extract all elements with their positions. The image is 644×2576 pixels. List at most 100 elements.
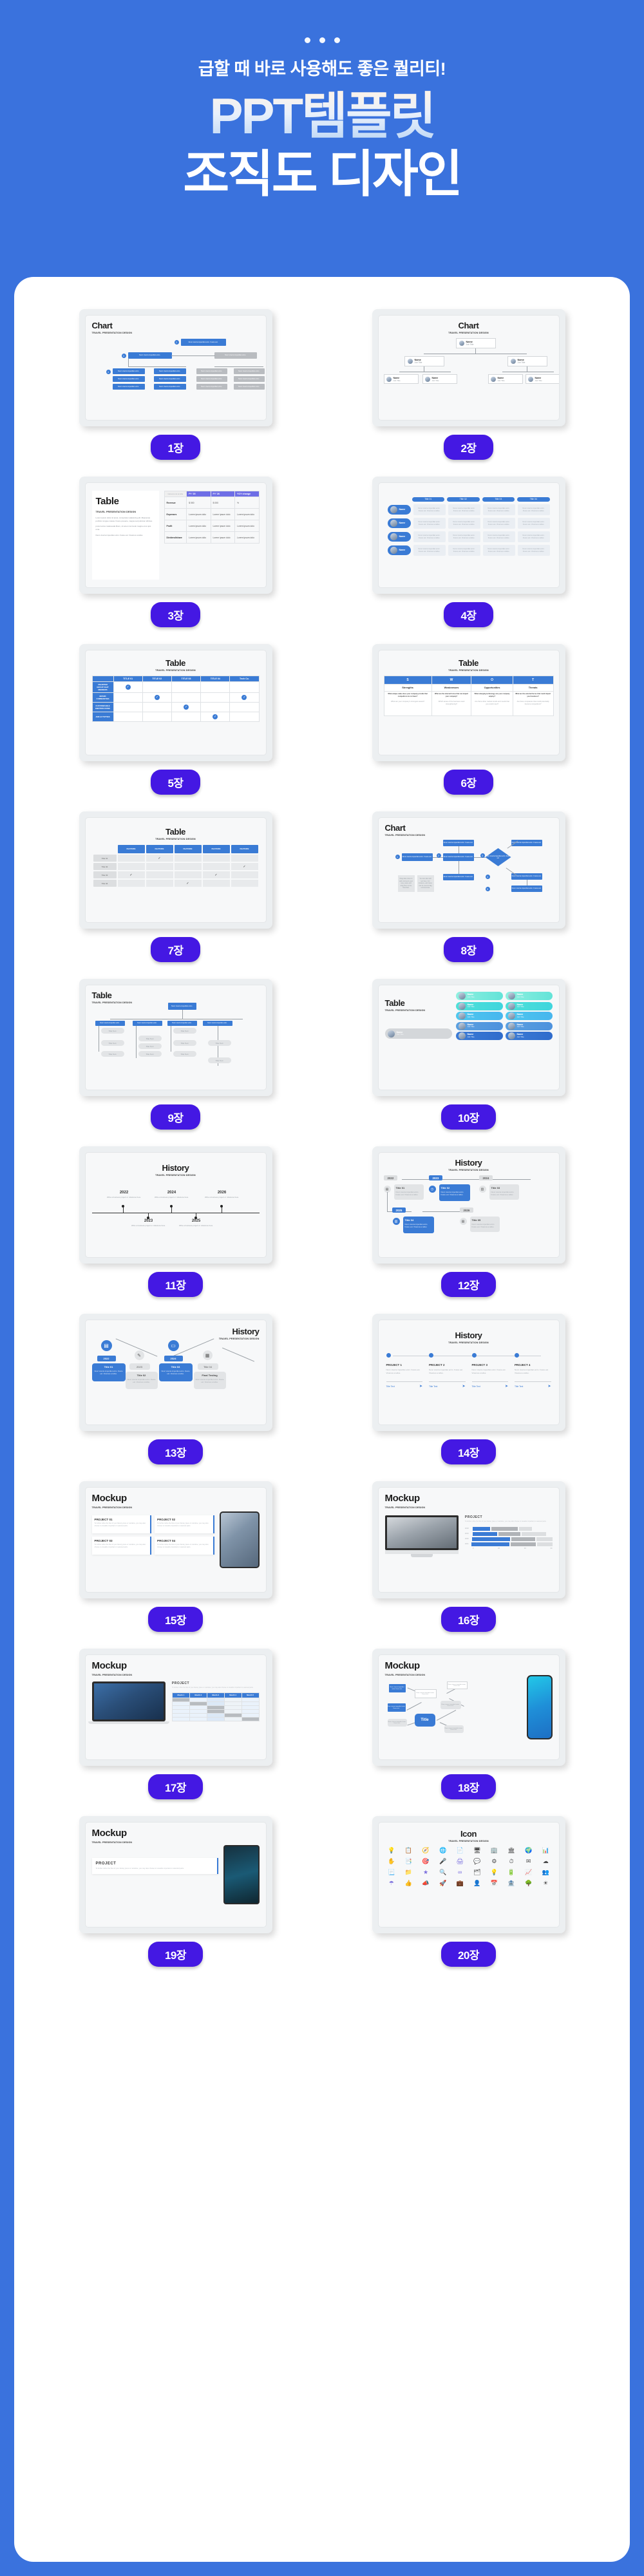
check-icon: ✓ [117, 871, 145, 878]
card-body: Nunc viverra imperdiet enim. Fusce est. … [161, 1370, 190, 1376]
slide-thumbnail-3[interactable]: Table TRAVEL PRESENTATION DESIGN Lorem i… [79, 477, 272, 594]
slide-thumbnail-20[interactable]: Icon TRAVEL PRESENTATION DESIGN 💡 📋 🧭 🌐 📄 🖥 🏢… [372, 1816, 565, 1933]
slide-thumbnail-11[interactable]: History TRAVEL PRESENTATION DESIGN 2022 … [79, 1146, 272, 1264]
slide-badge-11[interactable]: 11장 [148, 1272, 203, 1297]
org-leaf: Nunc viverra imperdiet enim. [112, 376, 145, 382]
table-row: What unique value does your company prov… [383, 691, 554, 716]
project-link[interactable]: Title Text [515, 1385, 523, 1388]
card-body: Nunc viverra imperdiet enim. Fusce est. … [471, 1222, 495, 1228]
project-link[interactable]: Title Text [472, 1385, 480, 1388]
slide-badge-15[interactable]: 15장 [147, 1607, 204, 1632]
timeline-dot [220, 1205, 223, 1208]
monitor-mockup [384, 1515, 459, 1557]
slide-badge-13[interactable]: 13장 [147, 1439, 204, 1464]
slide-thumbnail-1[interactable]: Chart TRAVEL PRESENTATION DESIGN Nunc vi… [79, 309, 272, 426]
row-label: Title 01 [93, 855, 117, 862]
project-cards: PROJECT 01 To further refine the flow of… [91, 1515, 214, 1555]
year-chip: 2025 [392, 1208, 406, 1213]
slide-badge-12[interactable]: 12장 [440, 1272, 497, 1297]
card-title: Title 02 [440, 1186, 450, 1189]
slide-badge-5[interactable]: 5장 [151, 770, 200, 795]
person-card: Name Job Title [383, 374, 419, 384]
bar-row: 2018 [465, 1526, 553, 1531]
marker-3: 3 [121, 354, 126, 358]
org-leaf: Nunc viverra imperdiet enim. [153, 368, 186, 374]
slide-thumbnail-16[interactable]: Mockup TRAVEL PRESENTATION DESIGN PROJEC… [372, 1481, 565, 1598]
card-title: PROJECT 03 [94, 1539, 113, 1542]
slide-badge-18[interactable]: 18장 [440, 1774, 497, 1799]
slide-thumbnail-9[interactable]: Table TRAVEL PRESENTATION DESIGN Nunc vi… [79, 979, 272, 1096]
briefcase-icon: 💼 [456, 1880, 464, 1886]
slide-thumbnail-4[interactable]: Title 01 Title 02 Title 03 Title 04 Name… [372, 477, 565, 594]
matrix-cell: Nunc viverra imperdiet enim. Fusce est. … [448, 504, 480, 515]
hero-eyebrow: 급할 때 바로 사용해도 좋은 퀄리티! [198, 59, 446, 79]
slide-thumbnail-18[interactable]: Mockup TRAVEL PRESENTATION DESIGN Nunc v… [372, 1649, 565, 1766]
slide-title: History [455, 1331, 482, 1340]
project-link[interactable]: Title Text [386, 1385, 395, 1388]
slide-thumbnail-7[interactable]: Table TRAVEL PRESENTATION DESIGN FEATURE… [79, 811, 272, 929]
slide-thumbnail-13[interactable]: History TRAVEL PRESENTATION DESIGN ▤ 202… [79, 1314, 272, 1431]
slide-thumbnail-8[interactable]: Chart TRAVEL PRESENTATION DESIGN 1 Nunc … [372, 811, 565, 929]
slide-badge-3[interactable]: 3장 [151, 602, 200, 627]
avatar [459, 341, 464, 346]
card-title: Title 05 [471, 1218, 481, 1222]
slide-badge-4[interactable]: 4장 [444, 602, 493, 627]
intro-body-1: Lorem ipsum dolor sit amet, consectetur … [95, 516, 153, 522]
slide-badge-2[interactable]: 2장 [444, 435, 493, 460]
slide-thumbnail-19[interactable]: Mockup TRAVEL PRESENTATION DESIGN PROJEC… [79, 1816, 272, 1933]
slide-thumbnail-15[interactable]: Mockup TRAVEL PRESENTATION DESIGN PROJEC… [79, 1481, 272, 1598]
person-card: Name Job Title [507, 356, 547, 366]
slide-thumbnail-10[interactable]: Table TRAVEL PRESENTATION DESIGN Name Job… [372, 979, 565, 1096]
person-name: Name [399, 508, 406, 511]
timeline-dot [386, 1353, 391, 1358]
slide-thumbnail-5[interactable]: Table TRAVEL PRESENTATION DESIGN TITLE 0… [79, 644, 272, 761]
intro-block: Table TRAVEL PRESENTATION DESIGN Lorem i… [91, 491, 159, 580]
slide-title: Table [459, 658, 478, 668]
slide-thumbnail-17[interactable]: Mockup TRAVEL PRESENTATION DESIGN PROJEC… [79, 1649, 272, 1766]
timeline-dot [194, 1217, 197, 1219]
person-pill: Name Job Title [505, 1021, 553, 1030]
tree-leaf: Title Text [138, 1036, 162, 1041]
card-body: To further refine the flow of your liter… [94, 1522, 146, 1527]
slide-title: History [455, 1158, 482, 1168]
avatar [507, 1002, 515, 1010]
slide-badge-9[interactable]: 9장 [151, 1104, 200, 1130]
col-header: FEATURE [174, 845, 202, 853]
infinity-icon: ∞ [457, 1869, 462, 1875]
slide-badge-14[interactable]: 14장 [440, 1439, 497, 1464]
financial-table: Cabecera de la tabla FY '25 FY '26 YOY c… [164, 491, 260, 580]
person-job: Job Title [414, 361, 422, 364]
bar-chart: PROJECT To further refine the flow of yo… [465, 1515, 553, 1549]
slide-badge-19[interactable]: 19장 [147, 1942, 204, 1967]
person-job: Job Title [393, 379, 401, 382]
slide-badge-17[interactable]: 17장 [147, 1774, 204, 1799]
slide-badge-7[interactable]: 7장 [151, 937, 200, 962]
section-title: PROJECT [171, 1681, 190, 1685]
matrix-cell: Nunc viverra imperdiet enim. Fusce est. … [448, 518, 480, 529]
project-link[interactable]: Title Text [429, 1385, 437, 1388]
col-header: YOY change [234, 491, 260, 497]
slide-badge-6[interactable]: 6장 [444, 770, 493, 795]
slide-thumbnail-2[interactable]: Chart TRAVEL PRESENTATION DESIGN Name Jo… [372, 309, 565, 426]
person-card: Name Job Title [422, 374, 457, 384]
slide-badge-20[interactable]: 20장 [440, 1942, 497, 1967]
flowchart: 1 Nunc viverra imperdiet enim. Fusce est… [385, 838, 553, 914]
tablet-mockup [223, 1845, 260, 1904]
org-node-l1: Nunc viverra imperdiet enim. [128, 352, 172, 359]
slide-thumbnail-12[interactable]: History TRAVEL PRESENTATION DESIGN 2022 … [372, 1146, 565, 1264]
person-pill: Name Job Title [455, 1021, 503, 1030]
slide-badge-1[interactable]: 1장 [151, 435, 200, 460]
slide-badge-16[interactable]: 16장 [440, 1607, 497, 1632]
mail-icon: ✉ [526, 1858, 531, 1864]
slide-thumbnail-6[interactable]: Table TRAVEL PRESENTATION DESIGN S W O T… [372, 644, 565, 761]
mindmap-node: Nunc viverra imperdiet enim. Fusce est. [446, 1681, 468, 1689]
slide-badge-8[interactable]: 8장 [444, 937, 493, 962]
slide-thumbnail-14[interactable]: History TRAVEL PRESENTATION DESIGN PROJE… [372, 1314, 565, 1431]
slide-badge-10[interactable]: 10장 [440, 1104, 497, 1130]
matrix-rows: Name Nunc viverra imperdiet enim. Fusce … [387, 504, 550, 556]
mindmap-node: Nunc viverra imperdiet enim. Fusce est. [387, 1719, 407, 1727]
star-icon: ★ [422, 1869, 429, 1875]
decorative-dots [0, 0, 644, 43]
org-leaf: Nunc viverra imperdiet enim. [153, 376, 186, 382]
person-pill: Name Job Title [505, 1012, 553, 1020]
